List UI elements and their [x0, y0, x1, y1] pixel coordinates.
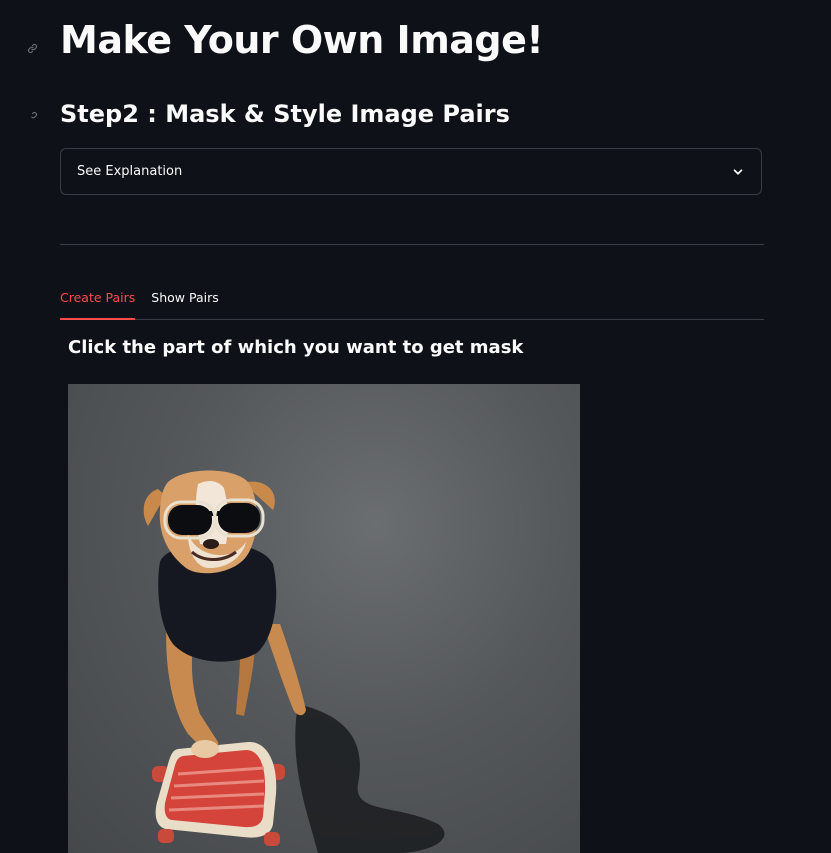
skateboard-shape	[152, 741, 285, 846]
tab-create-pairs[interactable]: Create Pairs	[60, 284, 136, 320]
tab-show-pairs[interactable]: Show Pairs	[151, 284, 218, 319]
tab-bar: Create Pairs Show Pairs	[60, 284, 764, 320]
page-title: Make Your Own Image!	[60, 18, 544, 62]
divider	[60, 244, 764, 245]
expander-label: See Explanation	[77, 164, 183, 179]
mask-instruction: Click the part of which you want to get …	[68, 337, 524, 358]
explanation-expander[interactable]: See Explanation	[60, 148, 762, 195]
chevron-down-icon	[731, 165, 745, 179]
step-title: Step2 : Mask & Style Image Pairs	[60, 100, 510, 128]
link-icon[interactable]	[26, 42, 38, 54]
clickable-image[interactable]	[68, 384, 580, 853]
app-page: Make Your Own Image! Step2 : Mask & Styl…	[0, 0, 831, 853]
link-icon[interactable]	[26, 110, 38, 122]
